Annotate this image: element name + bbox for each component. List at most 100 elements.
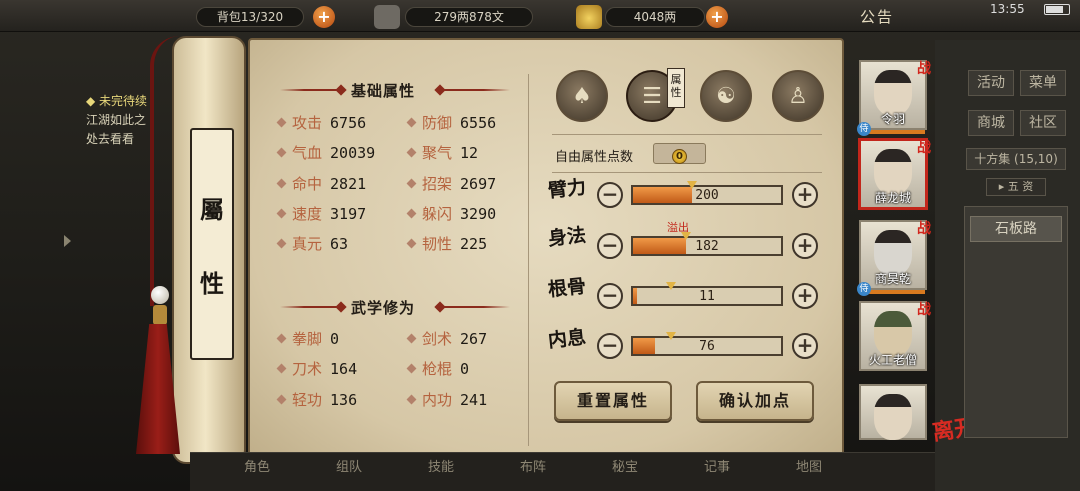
strength-plus-button[interactable]: +: [792, 182, 818, 208]
attendant-badge: 侍: [857, 282, 871, 296]
stat-defense: 防御 6556: [406, 112, 496, 133]
breath-bar: 76: [631, 332, 783, 356]
gold-display: 4048两: [605, 7, 705, 27]
notice-button[interactable]: 公告: [860, 6, 894, 27]
character-name: 商昊乾: [874, 272, 911, 286]
skill-sword: 剑术 267: [406, 328, 487, 349]
breath-minus-button[interactable]: −: [597, 333, 623, 359]
menu-button[interactable]: 菜单: [1020, 70, 1066, 96]
battle-tag: 战: [917, 140, 931, 156]
scroll-label-top: 屬: [200, 195, 224, 224]
stat-toughness: 韧性 225: [406, 233, 487, 254]
add-gold-button[interactable]: +: [706, 6, 728, 28]
money-icon: [374, 5, 400, 29]
yin-yang-icon: ☯: [716, 84, 736, 109]
free-points-label: 自由属性点数: [555, 150, 634, 165]
activity-button[interactable]: 活动: [968, 70, 1014, 96]
stat-speed: 速度 3197: [276, 203, 366, 224]
bottom-team[interactable]: 组队: [336, 456, 362, 475]
martial-title: 武学修为: [351, 299, 416, 317]
direction-dropdown[interactable]: ▸ 五 资: [986, 178, 1046, 196]
bottom-journal[interactable]: 记事: [704, 456, 730, 475]
tassel-cap: [153, 305, 167, 325]
title-ornament-left: [280, 89, 340, 91]
tab-equipment[interactable]: ♠: [556, 70, 608, 122]
attr-agility-label: 身法: [546, 224, 588, 251]
bottom-map[interactable]: 地图: [796, 456, 822, 475]
attributes-tab-tag: 属性: [667, 68, 685, 108]
free-points-divider: [552, 172, 822, 173]
tassel-bead: [151, 286, 169, 304]
shop-button[interactable]: 商城: [968, 110, 1014, 136]
character-portrait: [874, 394, 912, 440]
skill-spear: 枪棍 0: [406, 358, 469, 379]
bottom-skill[interactable]: 技能: [428, 456, 454, 475]
basic-attributes-title: 基础属性: [351, 82, 416, 100]
bottom-role[interactable]: 角色: [244, 456, 270, 475]
character-name: 火工老僧: [868, 353, 917, 367]
breath-plus-button[interactable]: +: [792, 333, 818, 359]
stat-accuracy: 命中 2821: [276, 173, 366, 194]
clock: 13:55: [990, 2, 1025, 16]
stat-attack: 攻击 6756: [276, 112, 366, 133]
bottom-treasure[interactable]: 秘宝: [612, 456, 638, 475]
constitution-minus-button[interactable]: −: [597, 283, 623, 309]
attr-breath-label: 内息: [546, 326, 588, 353]
battle-tag: 战: [917, 302, 931, 318]
character-card-4[interactable]: 火工老僧 战: [859, 301, 931, 371]
strength-minus-button[interactable]: −: [597, 182, 623, 208]
character-card-3[interactable]: 商昊乾 战 侍: [857, 220, 931, 296]
confirm-points-button[interactable]: 确认加点: [696, 381, 814, 421]
character-card-5[interactable]: [859, 384, 927, 440]
free-points-value: 0: [672, 149, 687, 164]
attr-strength-label: 臂力: [546, 176, 588, 203]
stat-hp: 气血 20039: [276, 142, 375, 163]
attribute-scroll-label: 屬 性: [190, 128, 234, 360]
attr-constitution-label: 根骨: [546, 275, 588, 302]
tab-meridians[interactable]: ♙: [772, 70, 824, 122]
agility-value: 182: [695, 239, 719, 254]
attendant-badge: 侍: [857, 122, 871, 136]
top-bar: 背包13/320 + 279两878文 4048两 + 公告 13:55: [0, 0, 1080, 32]
character-name: 薛龙城: [874, 191, 911, 205]
title-ornament-right: [444, 89, 510, 91]
character-name: 令羽: [880, 112, 905, 126]
title-ornament-left-2: [280, 306, 340, 308]
strength-value: 200: [695, 188, 719, 203]
breath-value: 76: [699, 339, 715, 354]
expand-arrow-icon[interactable]: [64, 235, 71, 247]
market-location[interactable]: 十方集 (15,10): [966, 148, 1066, 170]
stat-dodge: 躲闪 3290: [406, 203, 496, 224]
constitution-plus-button[interactable]: +: [792, 283, 818, 309]
skill-blade: 刀术 164: [276, 358, 357, 379]
scroll-label-bottom: 性: [200, 269, 224, 298]
free-points-box: 0: [653, 143, 706, 164]
tab-bagua[interactable]: ☯: [700, 70, 752, 122]
skill-lightness: 轻功 136: [276, 389, 357, 410]
gold-ingot-icon: [576, 5, 602, 29]
character-card-2[interactable]: 薛龙城 战: [859, 139, 931, 209]
strength-bar: 200: [631, 181, 783, 205]
character-card-1[interactable]: 令羽 战 侍: [857, 60, 931, 136]
skill-internal: 内功 241: [406, 389, 487, 410]
money-display: 279两878文: [405, 7, 533, 27]
agility-minus-button[interactable]: −: [597, 233, 623, 259]
battery-icon: [1044, 4, 1070, 15]
bottom-bar: [190, 452, 935, 491]
add-bag-button[interactable]: +: [313, 6, 335, 28]
skill-fist: 拳脚 0: [276, 328, 339, 349]
bottom-formation[interactable]: 布阵: [520, 456, 546, 475]
path-stone-road[interactable]: 石板路: [970, 216, 1062, 242]
reset-attributes-button[interactable]: 重置属性: [554, 381, 672, 421]
stat-qi: 聚气 12: [406, 142, 478, 163]
quest-tracker[interactable]: ◆ 未完待续 江湖如此之 处去看看: [86, 92, 147, 149]
agility-bar: 182: [631, 232, 783, 256]
community-button[interactable]: 社区: [1020, 110, 1066, 136]
agility-plus-button[interactable]: +: [792, 233, 818, 259]
body-icon: ♙: [788, 84, 808, 109]
quest-title: ◆ 未完待续: [86, 94, 148, 108]
straw-hat-icon: ♠: [572, 84, 592, 109]
bag-capacity: 背包13/320: [196, 7, 304, 27]
stat-true-energy: 真元 63: [276, 233, 348, 254]
constitution-bar: 11: [631, 282, 783, 306]
